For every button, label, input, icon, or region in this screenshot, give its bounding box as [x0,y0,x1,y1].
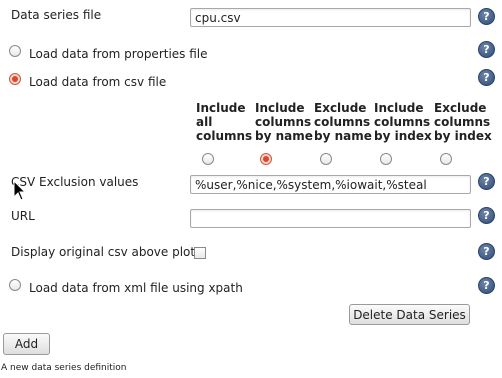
help-icon[interactable]: ? [478,243,495,260]
help-icon[interactable]: ? [478,173,495,190]
load-properties-label: Load data from properties file [29,47,208,61]
load-properties-radio[interactable] [9,45,21,57]
series-file-label: Data series file [11,8,102,22]
mouse-cursor-icon [13,180,27,201]
csv-exclusion-label: CSV Exclusion values [11,175,139,189]
load-xml-label: Load data from xml file using xpath [29,281,243,295]
load-csv-radio[interactable] [9,73,21,85]
csv-mode-exclude-by-name-radio[interactable] [320,153,332,165]
csv-mode-include-all-radio[interactable] [202,153,214,165]
load-xml-radio[interactable] [9,279,21,291]
series-file-input[interactable] [190,8,471,27]
csv-mode-include-by-name-radio[interactable] [260,153,272,165]
display-original-checkbox[interactable] [194,247,206,259]
csv-mode-label-include-by-index: Include columns by index [374,101,432,143]
delete-data-series-button[interactable]: Delete Data Series [349,304,470,325]
csv-mode-label-exclude-by-name: Exclude columns by name [314,101,372,143]
csv-exclusion-input[interactable] [190,175,471,194]
help-icon[interactable]: ? [478,8,495,25]
csv-mode-label-include-by-name: Include columns by name [255,101,313,143]
caption-text: A new data series definition [1,363,127,373]
help-icon[interactable]: ? [478,207,495,224]
csv-mode-exclude-by-index-radio[interactable] [440,153,452,165]
display-original-label: Display original csv above plot [11,245,196,259]
url-input[interactable] [190,209,471,228]
help-icon[interactable]: ? [478,277,495,294]
add-button[interactable]: Add [3,333,50,355]
url-label: URL [11,209,35,223]
help-icon[interactable]: ? [478,69,495,86]
csv-mode-label-include-all: Include all columns [196,101,253,143]
csv-mode-include-by-index-radio[interactable] [380,153,392,165]
data-series-panel: Data series file ? Load data from proper… [0,0,502,327]
load-csv-label: Load data from csv file [29,75,167,89]
csv-mode-label-exclude-by-index: Exclude columns by index [434,101,492,143]
help-icon[interactable]: ? [478,41,495,58]
